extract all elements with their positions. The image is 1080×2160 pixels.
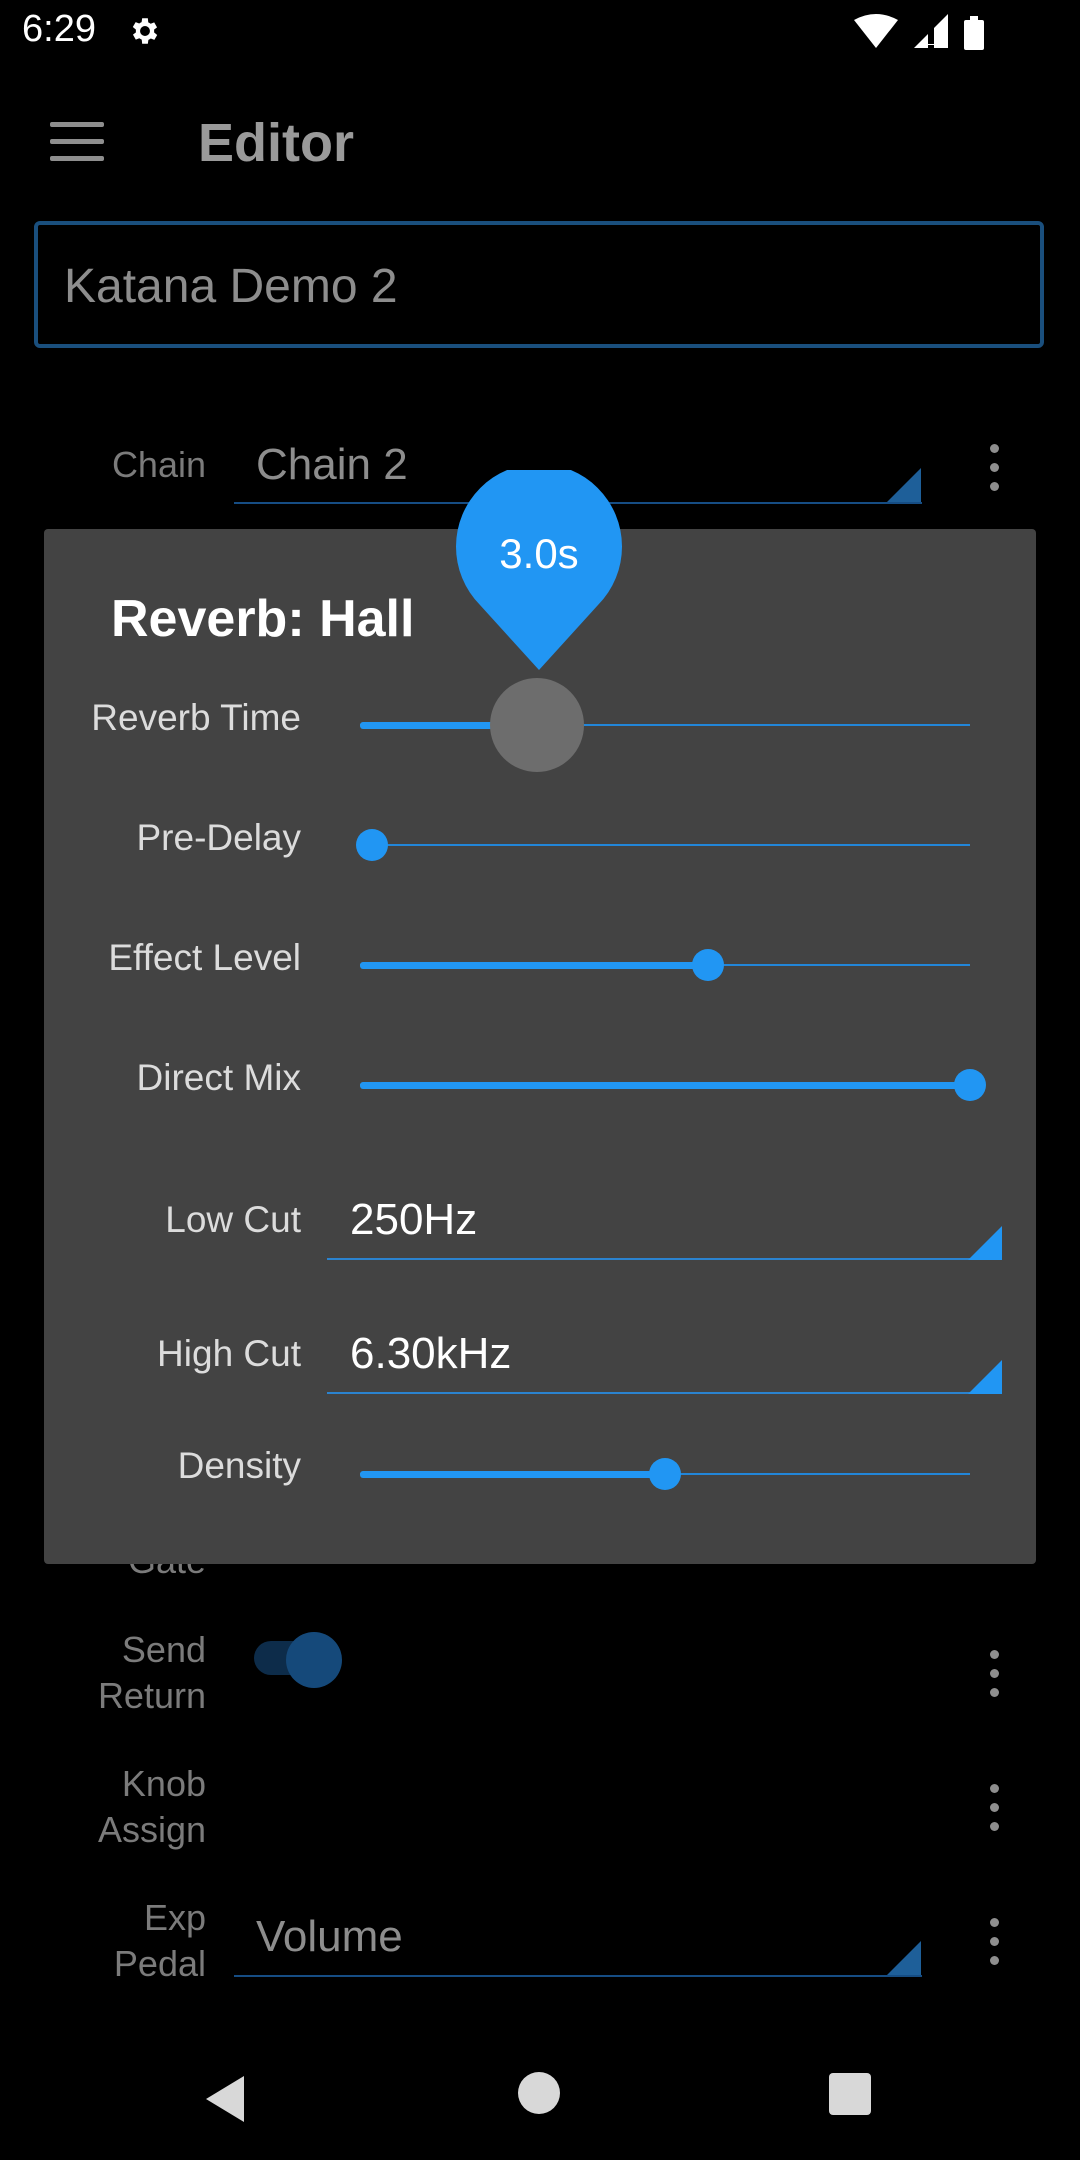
patch-name-field[interactable]: Katana Demo 2 (34, 221, 1044, 348)
page-title: Editor (198, 113, 354, 173)
low-cut-value[interactable]: 250Hz (350, 1195, 477, 1245)
chain-label: Chain (111, 444, 206, 485)
slider-fill (360, 1082, 970, 1089)
knob-assign-label-line1: Knob (121, 1763, 206, 1804)
chain-value[interactable]: Chain 2 (256, 440, 408, 490)
slider-thumb[interactable] (649, 1458, 681, 1490)
exp-pedal-value[interactable]: Volume (256, 1912, 403, 1962)
send-return-toggle-thumb[interactable] (286, 1632, 342, 1688)
knob-assign-more-icon[interactable] (990, 1784, 1000, 1841)
knob-assign-label-line2: Assign (97, 1809, 206, 1850)
dialog-title: Reverb: Hall (111, 590, 415, 648)
slider-value-tooltip-text: 3.0s (499, 530, 579, 577)
home-icon[interactable] (518, 2072, 560, 2114)
battery-icon (964, 16, 984, 50)
low-cut-dropdown-arrow-icon[interactable] (968, 1226, 1002, 1260)
send-return-label-line2: Return (97, 1675, 206, 1716)
effect-level-label: Effect Level (108, 937, 301, 978)
low-cut-label: Low Cut (165, 1199, 301, 1240)
reverb-settings-dialog: Reverb: Hall Reverb Time Pre-Delay Effec… (44, 529, 1036, 1564)
wifi-icon (854, 14, 898, 48)
slider-fill (360, 1471, 665, 1478)
slider-track (360, 844, 970, 846)
slider-thumb[interactable] (954, 1069, 986, 1101)
send-return-label-line1: Send (121, 1629, 206, 1670)
low-cut-underline (327, 1258, 1000, 1260)
send-return-more-icon[interactable] (990, 1650, 1000, 1707)
slider-thumb[interactable] (692, 949, 724, 981)
exp-pedal-label-line1: Exp (143, 1897, 206, 1938)
slider-fill (360, 962, 708, 969)
direct-mix-label: Direct Mix (136, 1057, 301, 1098)
exp-pedal-dropdown-arrow-icon[interactable] (887, 1941, 921, 1975)
status-time: 6:29 (22, 8, 96, 50)
status-icons (852, 14, 1062, 50)
reverb-time-label: Reverb Time (91, 697, 301, 738)
hamburger-menu-icon[interactable] (50, 122, 104, 162)
exp-pedal-more-icon[interactable] (990, 1918, 1000, 1975)
exp-pedal-label-line2: Pedal (113, 1943, 206, 1984)
high-cut-underline (327, 1392, 1000, 1394)
signal-icon (914, 14, 948, 48)
gear-icon (132, 18, 158, 44)
slider-thumb[interactable] (356, 829, 388, 861)
chain-dropdown-arrow-icon[interactable] (887, 468, 921, 502)
back-icon[interactable] (204, 2074, 248, 2124)
high-cut-value[interactable]: 6.30kHz (350, 1329, 511, 1379)
patch-name-value: Katana Demo 2 (64, 260, 398, 313)
high-cut-label: High Cut (157, 1333, 301, 1374)
high-cut-dropdown-arrow-icon[interactable] (968, 1360, 1002, 1394)
chain-more-icon[interactable] (990, 444, 1000, 501)
pre-delay-label: Pre-Delay (136, 817, 302, 858)
exp-pedal-dropdown-underline (234, 1975, 922, 1977)
recent-apps-icon[interactable] (829, 2073, 871, 2115)
slider-value-tooltip: 3.0s (456, 470, 622, 670)
slider-thumb-halo[interactable] (490, 678, 584, 772)
density-label: Density (177, 1445, 301, 1486)
